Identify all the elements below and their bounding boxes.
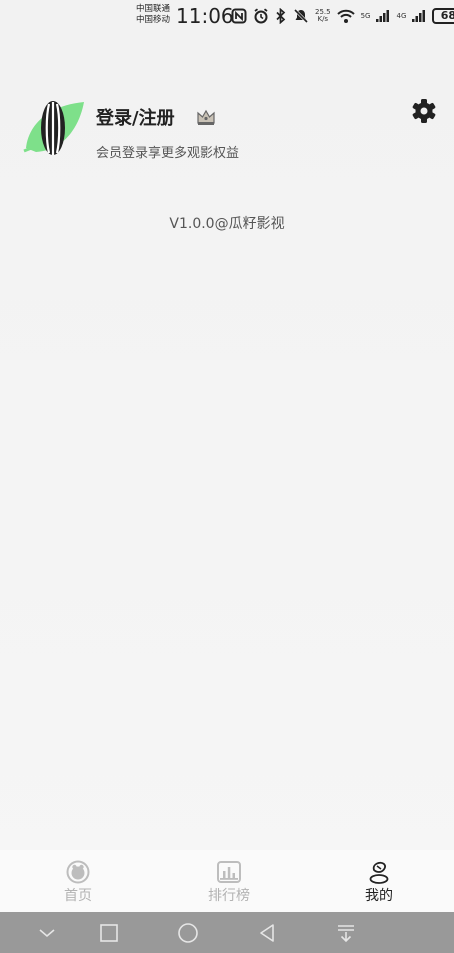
profile-icon — [369, 861, 389, 884]
back-icon[interactable] — [256, 922, 278, 944]
carrier-1: 中国联通 — [136, 4, 171, 14]
tab-home[interactable]: 首页 — [38, 860, 118, 905]
status-bar: 中国联通 中国移动 11:06 25.5 K/s 5G 4G 68 — [0, 0, 454, 34]
system-nav-bar — [0, 912, 454, 953]
settings-gear-icon[interactable] — [411, 98, 437, 124]
tab-ranking[interactable]: 排行榜 — [189, 860, 269, 905]
tab-home-label: 首页 — [64, 888, 92, 904]
net-speed: 25.5 K/s — [315, 8, 331, 23]
home-circle-icon[interactable] — [177, 922, 199, 944]
nfc-icon — [231, 8, 247, 24]
carrier-2: 中国移动 — [136, 15, 171, 25]
signal-1-label: 5G — [360, 11, 371, 20]
battery-icon: 68 — [432, 8, 454, 24]
carrier-names: 中国联通 中国移动 — [136, 4, 170, 26]
app-version: V1.0.0@瓜籽影视 — [169, 216, 285, 232]
signal-1-icon — [376, 10, 390, 22]
signal-2-label: 4G — [396, 11, 407, 20]
notification-shade-icon[interactable] — [335, 922, 357, 944]
status-time: 11:06 — [176, 4, 234, 28]
bluetooth-icon — [276, 8, 286, 24]
tab-mine[interactable]: 我的 — [339, 860, 419, 905]
tab-ranking-label: 排行榜 — [208, 888, 250, 904]
sunflower-seed-logo — [23, 101, 84, 155]
recents-icon[interactable] — [98, 922, 120, 944]
ranking-icon — [217, 861, 241, 883]
home-icon — [66, 860, 90, 884]
bottom-tab-bar: 首页 排行榜 我的 — [0, 850, 454, 912]
mute-icon — [293, 8, 309, 24]
signal-2-icon — [412, 10, 426, 22]
hide-keyboard-icon[interactable] — [36, 922, 58, 944]
alarm-icon — [254, 8, 268, 24]
status-icons: 25.5 K/s 5G 4G 68 — [231, 7, 454, 25]
member-benefit-text: 会员登录享更多观影权益 — [96, 146, 240, 161]
login-register-link[interactable]: 登录/注册 — [96, 104, 175, 130]
wifi-icon — [336, 9, 355, 23]
crown-icon — [197, 109, 215, 125]
tab-mine-label: 我的 — [365, 888, 393, 904]
